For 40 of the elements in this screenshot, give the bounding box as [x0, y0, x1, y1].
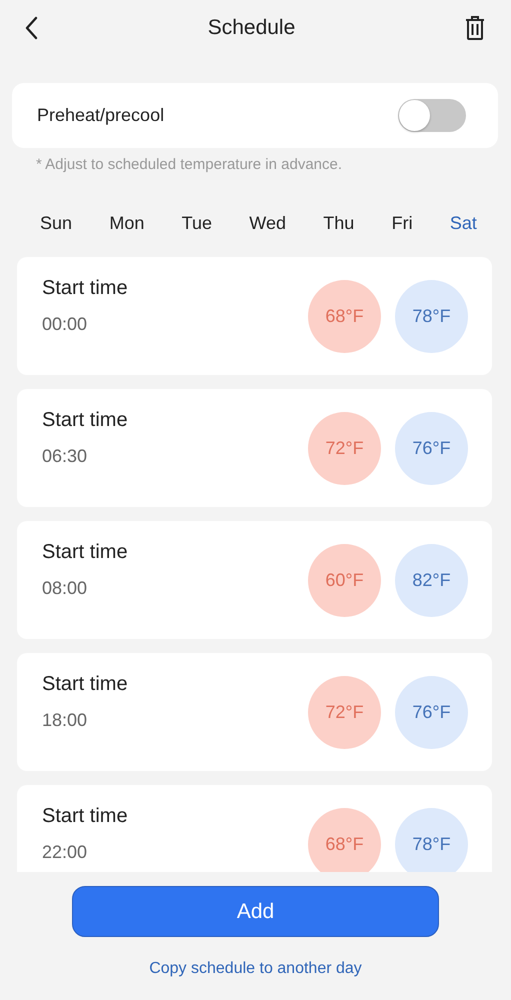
start-time-value: 08:00	[42, 578, 88, 599]
start-time-label: Start time	[42, 541, 129, 564]
preheat-toggle[interactable]	[398, 99, 466, 132]
start-time-value: 22:00	[42, 842, 88, 863]
trash-icon[interactable]	[464, 16, 485, 40]
cool-setpoint: 76°F	[395, 676, 468, 748]
day-tab[interactable]: Thu	[323, 213, 354, 237]
day-tab[interactable]: Mon	[109, 213, 144, 237]
add-button[interactable]: Add	[72, 886, 439, 937]
start-time-value: 18:00	[42, 710, 88, 731]
day-tab[interactable]: Wed	[249, 213, 286, 237]
schedule-card[interactable]: Start time 18:00 72°F 76°F	[17, 653, 492, 771]
start-time-label: Start time	[42, 277, 129, 300]
start-time-value: 00:00	[42, 314, 88, 335]
schedule-card[interactable]: Start time 08:00 60°F 82°F	[17, 521, 492, 639]
preheat-note: * Adjust to scheduled temperature in advance.	[36, 156, 342, 173]
start-time-value: 06:30	[42, 446, 88, 467]
cool-setpoint: 82°F	[395, 544, 468, 616]
day-tab[interactable]: Fri	[392, 213, 413, 237]
day-tab[interactable]: Tue	[182, 213, 212, 237]
day-tab[interactable]: Sat	[450, 213, 477, 237]
copy-schedule-link[interactable]: Copy schedule to another day	[149, 960, 362, 978]
heat-setpoint: 72°F	[308, 676, 381, 748]
schedule-card[interactable]: Start time 06:30 72°F 76°F	[17, 389, 492, 507]
preheat-label: Preheat/precool	[37, 105, 164, 126]
start-time-label: Start time	[42, 409, 129, 432]
heat-setpoint: 72°F	[308, 412, 381, 484]
heat-setpoint: 60°F	[308, 544, 381, 616]
day-tab[interactable]: Sun	[40, 213, 72, 237]
schedule-card[interactable]: Start time 00:00 68°F 78°F	[17, 257, 492, 375]
cool-setpoint: 76°F	[395, 412, 468, 484]
back-icon[interactable]	[24, 16, 38, 40]
start-time-label: Start time	[42, 805, 129, 828]
start-time-label: Start time	[42, 673, 129, 696]
heat-setpoint: 68°F	[308, 280, 381, 352]
screen-title: Schedule	[208, 16, 296, 40]
cool-setpoint: 78°F	[395, 280, 468, 352]
heat-setpoint: 68°F	[308, 808, 381, 872]
schedule-card[interactable]: Start time 22:00 68°F 78°F	[17, 785, 492, 872]
cool-setpoint: 78°F	[395, 808, 468, 872]
